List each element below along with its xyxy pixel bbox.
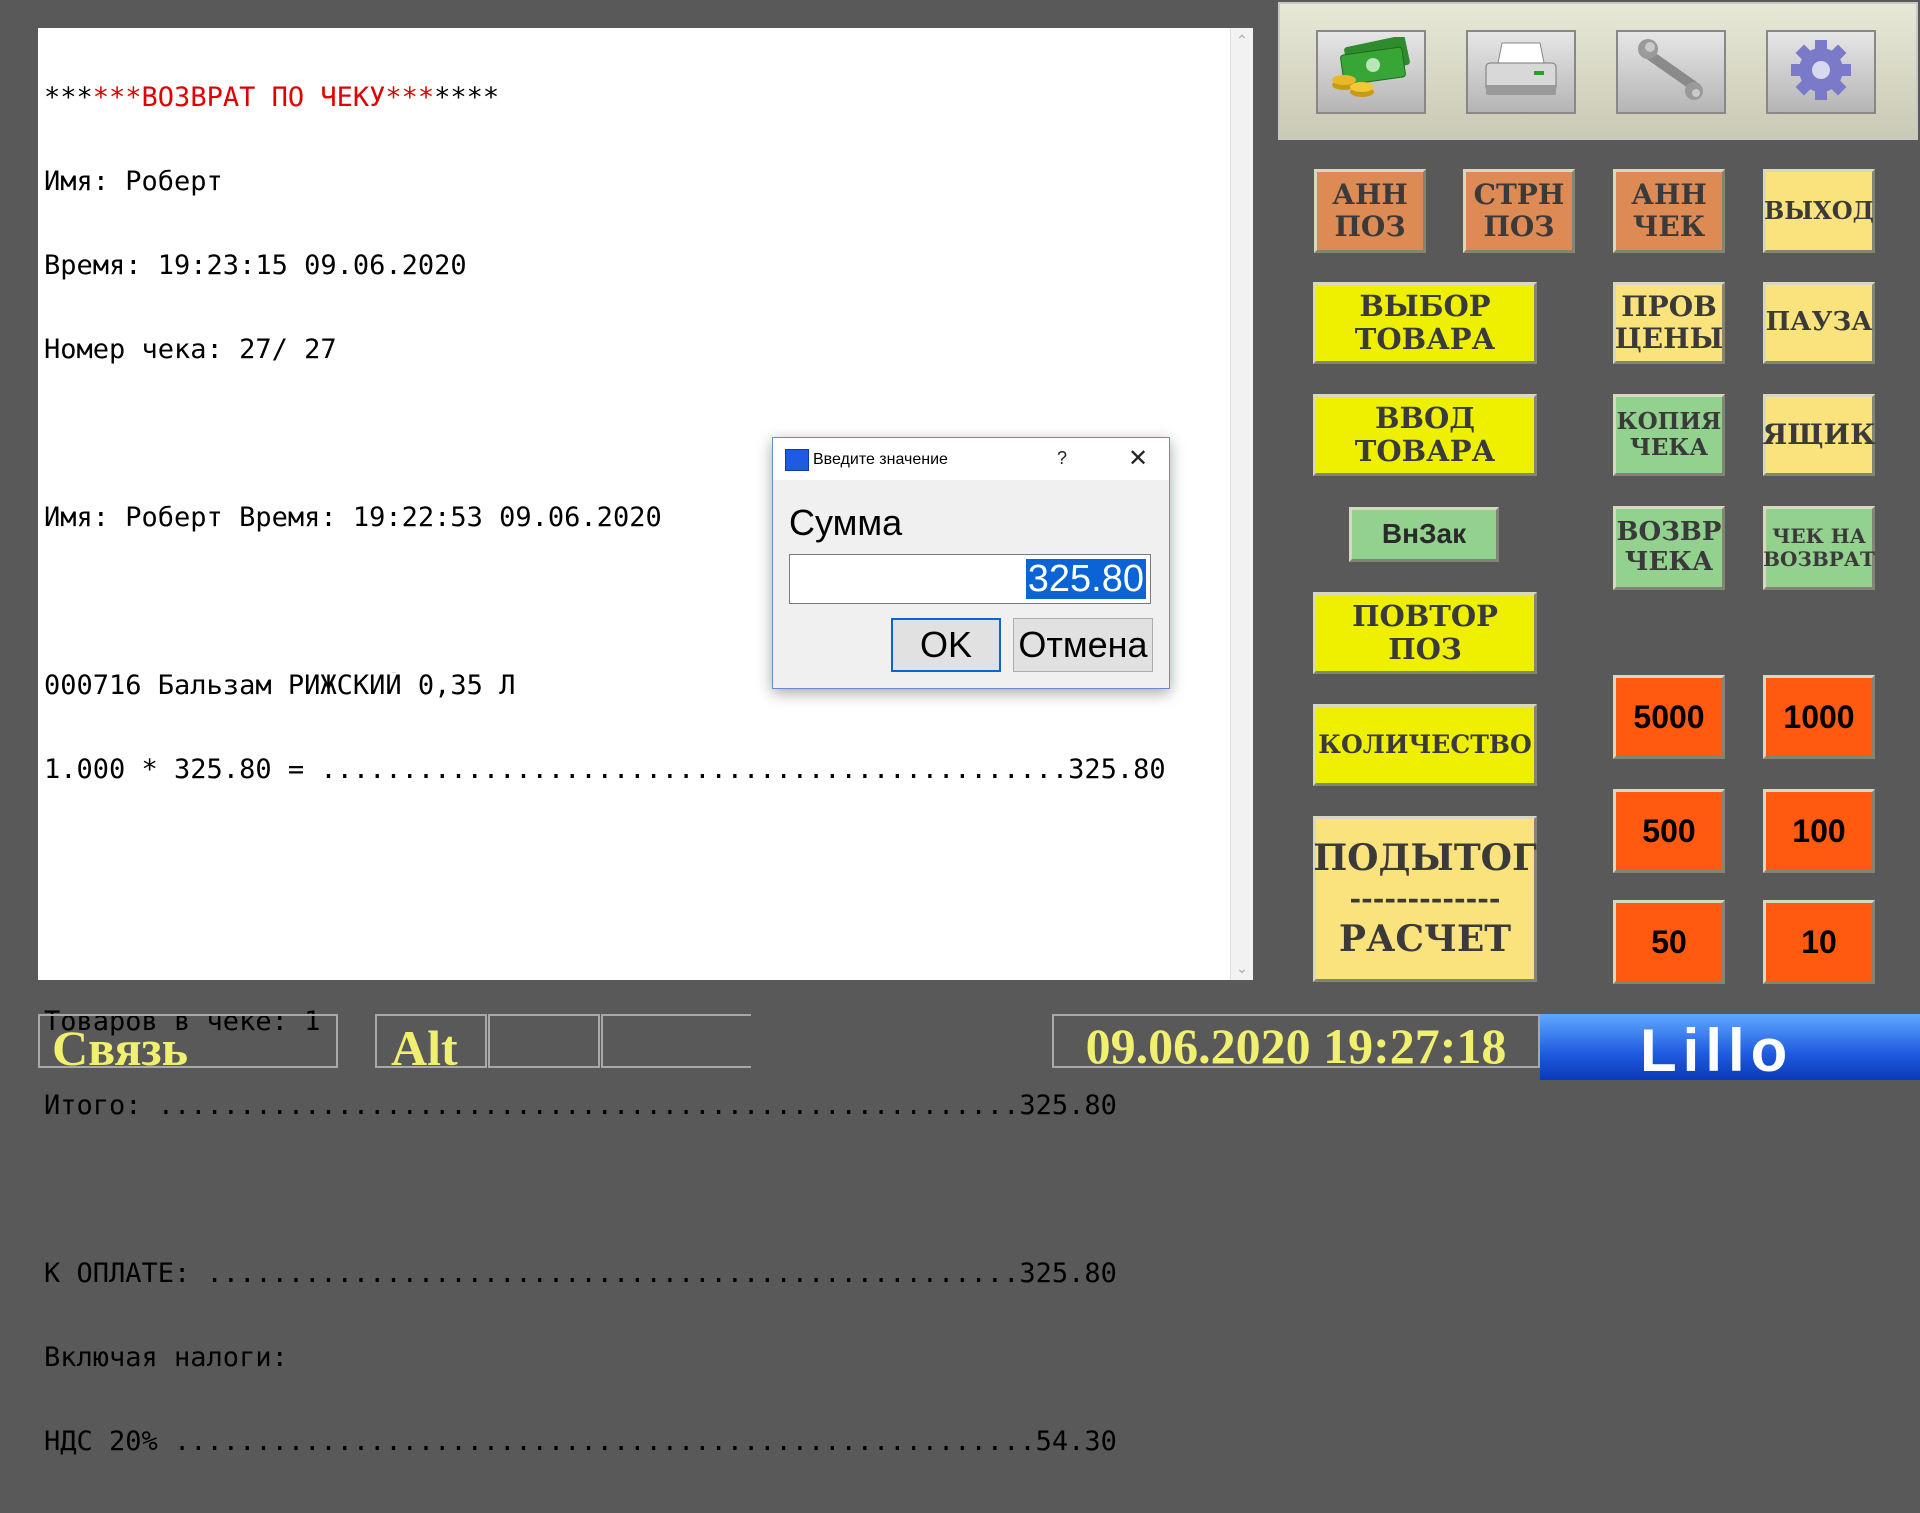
receipt-line: Время: 19:23:15 09.06.2020 (44, 252, 467, 280)
scroll-down-icon[interactable]: ⌄ (1234, 960, 1250, 976)
alt-status: Alt (375, 1014, 487, 1068)
connection-status: Связь (38, 1014, 338, 1068)
receipt-line: 1.000 * 325.80 = .......................… (44, 756, 1166, 784)
amount-value: 325.80 (1025, 558, 1146, 600)
printer-icon (1478, 37, 1564, 108)
receipt-line: Номер чека: 27/ 27 (44, 336, 337, 364)
dialog-title: Введите значение (813, 451, 948, 468)
logo-text: Lillo (1640, 1017, 1794, 1084)
datetime-display: 09.06.2020 19:27:18 (1052, 1014, 1540, 1068)
subtotal-payment-button[interactable]: ПОДЫТОГ ------------- РАСЧЕТ (1313, 816, 1537, 982)
receipt-line (44, 840, 1234, 868)
amount-label: Сумма (789, 502, 903, 543)
app-icon (785, 449, 809, 471)
return-check-button[interactable]: ВОЗВР ЧЕКА (1613, 506, 1725, 590)
amount-input[interactable]: 325.80 (789, 554, 1151, 604)
subtotal-separator: ------------- (1349, 882, 1501, 916)
quantity-button[interactable]: КОЛИЧЕСТВО (1313, 704, 1537, 786)
cancel-check-button[interactable]: АНН ЧЕК (1613, 169, 1725, 253)
status-cell-empty (488, 1014, 600, 1068)
select-goods-button[interactable]: ВЫБОР ТОВАРА (1313, 282, 1537, 364)
header-stars-left: *** (44, 84, 93, 112)
receipt-line: Включая налоги: (44, 1344, 288, 1372)
cancel-button[interactable]: Отмена (1013, 618, 1153, 672)
pause-button[interactable]: ПАУЗА (1763, 282, 1875, 364)
cash-500-button[interactable]: 500 (1613, 789, 1725, 873)
dialog-titlebar: Введите значение ? ✕ (773, 438, 1169, 480)
payment-label: РАСЧЕТ (1338, 917, 1512, 960)
cancel-position-button[interactable]: АНН ПОЗ (1314, 169, 1426, 253)
vnzak-button[interactable]: ВнЗак (1349, 507, 1499, 562)
receipt-line: Итого: .................................… (44, 1092, 1117, 1120)
logo: Lillo (1540, 1014, 1920, 1084)
header-stars-right: **** (434, 84, 500, 112)
scroll-up-icon[interactable]: ⌃ (1234, 32, 1250, 48)
copy-check-button[interactable]: КОПИЯ ЧЕКА (1613, 394, 1725, 476)
wrench-icon (1628, 37, 1714, 108)
storno-position-button[interactable]: СТРН ПОЗ (1463, 169, 1575, 253)
repeat-position-button[interactable]: ПОВТОР ПОЗ (1313, 592, 1537, 674)
receipt-scrollbar[interactable]: ⌃ ⌄ (1230, 28, 1253, 980)
receipt-line (44, 1176, 1234, 1204)
cash-1000-button[interactable]: 1000 (1763, 675, 1875, 759)
receipt-text: ******ВОЗВРАТ ПО ЧЕКУ******* Имя: Роберт… (44, 28, 1234, 1512)
receipt-line: К ОПЛАТЕ: ..............................… (44, 1260, 1117, 1288)
close-icon[interactable]: ✕ (1123, 444, 1153, 473)
cash-5000-button[interactable]: 5000 (1613, 675, 1725, 759)
toolbar (1278, 2, 1918, 140)
check-price-button[interactable]: ПРОВ ЦЕНЫ (1613, 282, 1725, 364)
print-button[interactable] (1466, 30, 1576, 114)
cash-100-button[interactable]: 100 (1763, 789, 1875, 873)
check-for-return-button[interactable]: ЧЕК НА ВОЗВРАТ (1763, 506, 1875, 590)
receipt-line-header: ******ВОЗВРАТ ПО ЧЕКУ******* (44, 84, 1234, 112)
help-icon[interactable]: ? (1057, 448, 1067, 469)
enter-goods-button[interactable]: ВВОД ТОВАРА (1313, 394, 1537, 476)
input-dialog: Введите значение ? ✕ Сумма 325.80 OK Отм… (772, 437, 1170, 689)
money-icon (1328, 34, 1414, 108)
status-cell-empty (601, 1014, 751, 1068)
header-title: ***ВОЗВРАТ ПО ЧЕКУ*** (92, 84, 435, 112)
settings-button[interactable] (1766, 30, 1876, 114)
money-button[interactable] (1316, 30, 1426, 114)
settings-gear-icon (1778, 37, 1864, 108)
receipt-line (44, 924, 1234, 952)
cash-10-button[interactable]: 10 (1763, 900, 1875, 984)
receipt-line: НДС 20% ................................… (44, 1428, 1117, 1456)
exit-button[interactable]: ВЫХОД (1763, 169, 1875, 253)
subtotal-label: ПОДЫТОГ (1313, 837, 1537, 880)
ok-button[interactable]: OK (891, 618, 1001, 672)
cash-50-button[interactable]: 50 (1613, 900, 1725, 984)
tools-button[interactable] (1616, 30, 1726, 114)
receipt-line: Имя: Роберт (44, 168, 223, 196)
drawer-button[interactable]: ЯЩИК (1763, 394, 1875, 476)
